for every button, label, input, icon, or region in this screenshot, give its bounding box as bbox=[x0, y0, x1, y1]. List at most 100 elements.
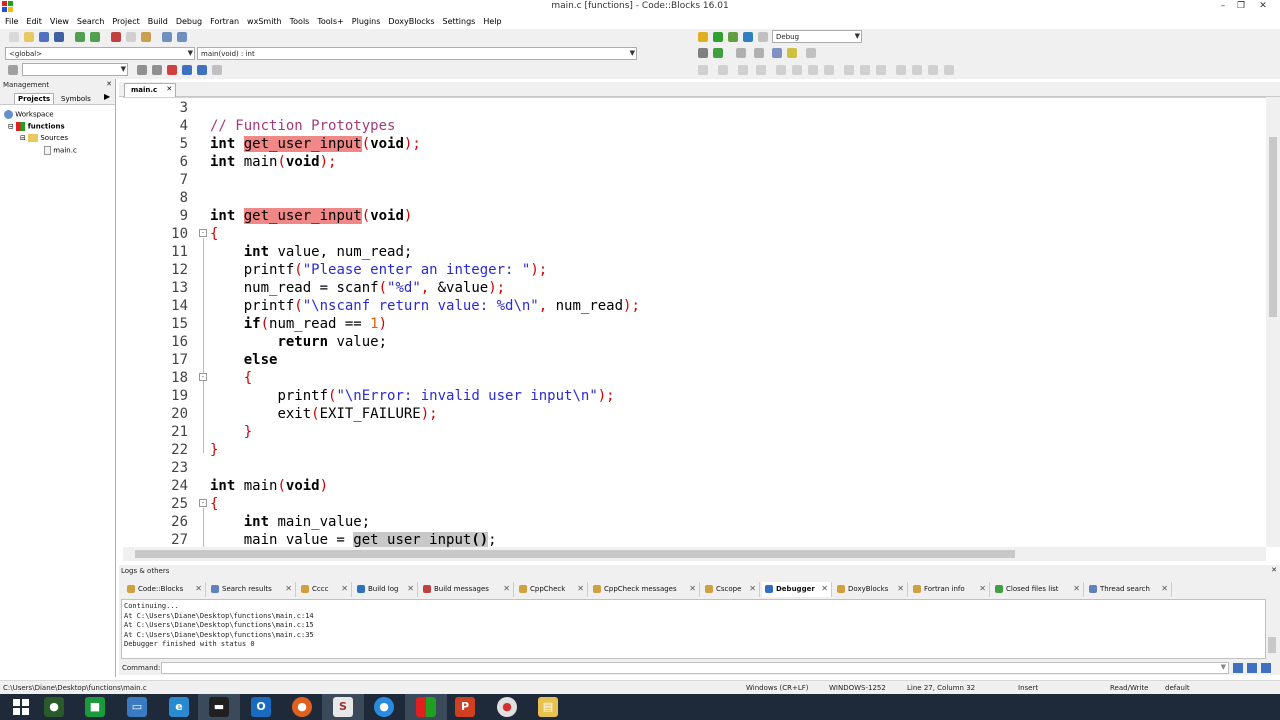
taskbar-powerpoint[interactable]: P bbox=[444, 694, 486, 720]
layout-3-icon[interactable] bbox=[756, 65, 766, 75]
fold-icon[interactable]: - bbox=[199, 499, 207, 507]
tab-projects[interactable]: Projects bbox=[14, 93, 55, 104]
tree-workspace[interactable]: Workspace bbox=[4, 110, 54, 119]
uncomment-icon[interactable] bbox=[754, 48, 764, 58]
layout-8-icon[interactable] bbox=[844, 65, 854, 75]
tab-cccc[interactable]: Cccc ✕ bbox=[298, 582, 352, 597]
menu-doxyblocks[interactable]: DoxyBlocks bbox=[387, 15, 438, 29]
close-icon[interactable]: ✕ bbox=[897, 584, 904, 593]
build-run-icon[interactable] bbox=[728, 32, 738, 42]
layout-10-icon[interactable] bbox=[876, 65, 886, 75]
tab-cppcheck-messages[interactable]: CppCheck messages ✕ bbox=[590, 582, 700, 597]
layout-4-icon[interactable] bbox=[776, 65, 786, 75]
menu-fortran[interactable]: Fortran bbox=[209, 15, 243, 29]
close-icon[interactable]: ✕ bbox=[749, 584, 756, 593]
spellcheck-icon[interactable] bbox=[197, 65, 207, 75]
s-icon[interactable] bbox=[928, 65, 938, 75]
close-icon[interactable]: ✕ bbox=[1271, 566, 1277, 574]
menu-wxsmith[interactable]: wxSmith bbox=[246, 15, 286, 29]
more-icon[interactable] bbox=[212, 65, 222, 75]
debug-continue-icon[interactable] bbox=[698, 48, 708, 58]
menu-project[interactable]: Project bbox=[111, 15, 143, 29]
tab-thread-search[interactable]: Thread search ✕ bbox=[1086, 582, 1172, 597]
select-icon[interactable] bbox=[698, 65, 708, 75]
taskbar-outlook[interactable]: O bbox=[240, 694, 282, 720]
fold-icon[interactable]: - bbox=[199, 229, 207, 237]
fold-icon[interactable]: - bbox=[199, 373, 207, 381]
menu-build[interactable]: Build bbox=[147, 15, 172, 29]
tab-fortran-info[interactable]: Fortran info ✕ bbox=[910, 582, 990, 597]
close-icon[interactable]: ✕ bbox=[407, 584, 414, 593]
menu-view[interactable]: View bbox=[49, 15, 73, 29]
menu-tools[interactable]: Tools bbox=[289, 15, 314, 29]
jump-select[interactable]: ▼ bbox=[22, 63, 128, 76]
menu-help[interactable]: Help bbox=[482, 15, 505, 29]
doc-icon[interactable] bbox=[772, 48, 782, 58]
menu-search[interactable]: Search bbox=[76, 15, 108, 29]
close-icon[interactable]: ✕ bbox=[821, 584, 828, 593]
menu-file[interactable]: File bbox=[4, 15, 22, 29]
rebuild-icon[interactable] bbox=[743, 32, 753, 42]
tab-debugger[interactable]: Debugger ✕ bbox=[762, 582, 832, 597]
close-icon[interactable]: ✕ bbox=[1161, 584, 1168, 593]
close-icon[interactable]: ✕ bbox=[285, 584, 292, 593]
taskbar-firefox[interactable]: ● bbox=[281, 694, 323, 720]
close-icon[interactable]: ✕ bbox=[577, 584, 584, 593]
taskbar-app-8[interactable]: S bbox=[322, 694, 364, 720]
clear-log-icon[interactable] bbox=[1261, 663, 1271, 673]
cut-icon[interactable] bbox=[111, 32, 121, 42]
function-select[interactable]: main(void) : int ▼ bbox=[197, 47, 637, 60]
close-icon[interactable]: ✕ bbox=[341, 584, 348, 593]
tab-codeblocks[interactable]: Code::Blocks ✕ bbox=[124, 582, 206, 597]
tab-cppcheck[interactable]: CppCheck ✕ bbox=[516, 582, 588, 597]
close-icon[interactable]: ✕ bbox=[979, 584, 986, 593]
abort-icon[interactable] bbox=[758, 32, 768, 42]
scrollbar-thumb[interactable] bbox=[135, 550, 1015, 558]
tab-symbols[interactable]: Symbols bbox=[58, 94, 94, 104]
refresh-icon[interactable] bbox=[944, 65, 954, 75]
save-all-icon[interactable] bbox=[54, 32, 64, 42]
close-icon[interactable]: ✕ bbox=[1073, 584, 1080, 593]
close-icon[interactable]: ✕ bbox=[195, 584, 202, 593]
close-icon[interactable]: ✕ bbox=[166, 85, 172, 93]
menu-plugins[interactable]: Plugins bbox=[351, 15, 385, 29]
back-icon[interactable] bbox=[137, 65, 147, 75]
run-icon[interactable] bbox=[713, 32, 723, 42]
tab-cscope[interactable]: Cscope ✕ bbox=[702, 582, 760, 597]
chevron-down-icon[interactable]: ▼ bbox=[1221, 663, 1226, 671]
tab-doxyblocks[interactable]: DoxyBlocks ✕ bbox=[834, 582, 908, 597]
command-input[interactable]: ▼ bbox=[161, 662, 1229, 674]
tab-build-log[interactable]: Build log ✕ bbox=[354, 582, 418, 597]
zoom-in-icon[interactable] bbox=[896, 65, 906, 75]
new-file-icon[interactable] bbox=[9, 32, 19, 42]
menu-settings[interactable]: Settings bbox=[442, 15, 480, 29]
redo-icon[interactable] bbox=[90, 32, 100, 42]
maximize-button[interactable]: ❐ bbox=[1232, 0, 1250, 14]
copy-icon[interactable] bbox=[126, 32, 136, 42]
forward-icon[interactable] bbox=[152, 65, 162, 75]
editor-horizontal-scrollbar[interactable] bbox=[123, 547, 1266, 561]
tools-icon[interactable] bbox=[806, 48, 816, 58]
paste-icon[interactable] bbox=[141, 32, 151, 42]
menu-debug[interactable]: Debug bbox=[175, 15, 206, 29]
scrollbar-thumb[interactable] bbox=[1268, 637, 1276, 653]
taskbar-app-1[interactable]: ● bbox=[33, 694, 75, 720]
layout-9-icon[interactable] bbox=[860, 65, 870, 75]
save-icon[interactable] bbox=[39, 32, 49, 42]
taskbar-codeblocks[interactable] bbox=[405, 694, 447, 720]
tab-search-results[interactable]: Search results ✕ bbox=[208, 582, 296, 597]
open-file-icon[interactable] bbox=[24, 32, 34, 42]
collapse-icon[interactable]: ⊟ bbox=[8, 123, 14, 131]
build-icon[interactable] bbox=[698, 32, 708, 42]
layout-7-icon[interactable] bbox=[824, 65, 834, 75]
tree-folder[interactable]: ⊟ Sources bbox=[20, 134, 68, 142]
editor-vertical-scrollbar[interactable] bbox=[1266, 97, 1280, 547]
copy-log-icon[interactable] bbox=[1247, 663, 1257, 673]
help-icon[interactable] bbox=[787, 48, 797, 58]
highlight-icon[interactable] bbox=[167, 65, 177, 75]
bookmark-icon[interactable] bbox=[182, 65, 192, 75]
find-icon[interactable] bbox=[162, 32, 172, 42]
close-icon[interactable]: ✕ bbox=[106, 80, 112, 88]
collapse-icon[interactable]: ⊟ bbox=[20, 134, 26, 142]
build-target-select[interactable]: Debug ▼ bbox=[772, 30, 862, 43]
